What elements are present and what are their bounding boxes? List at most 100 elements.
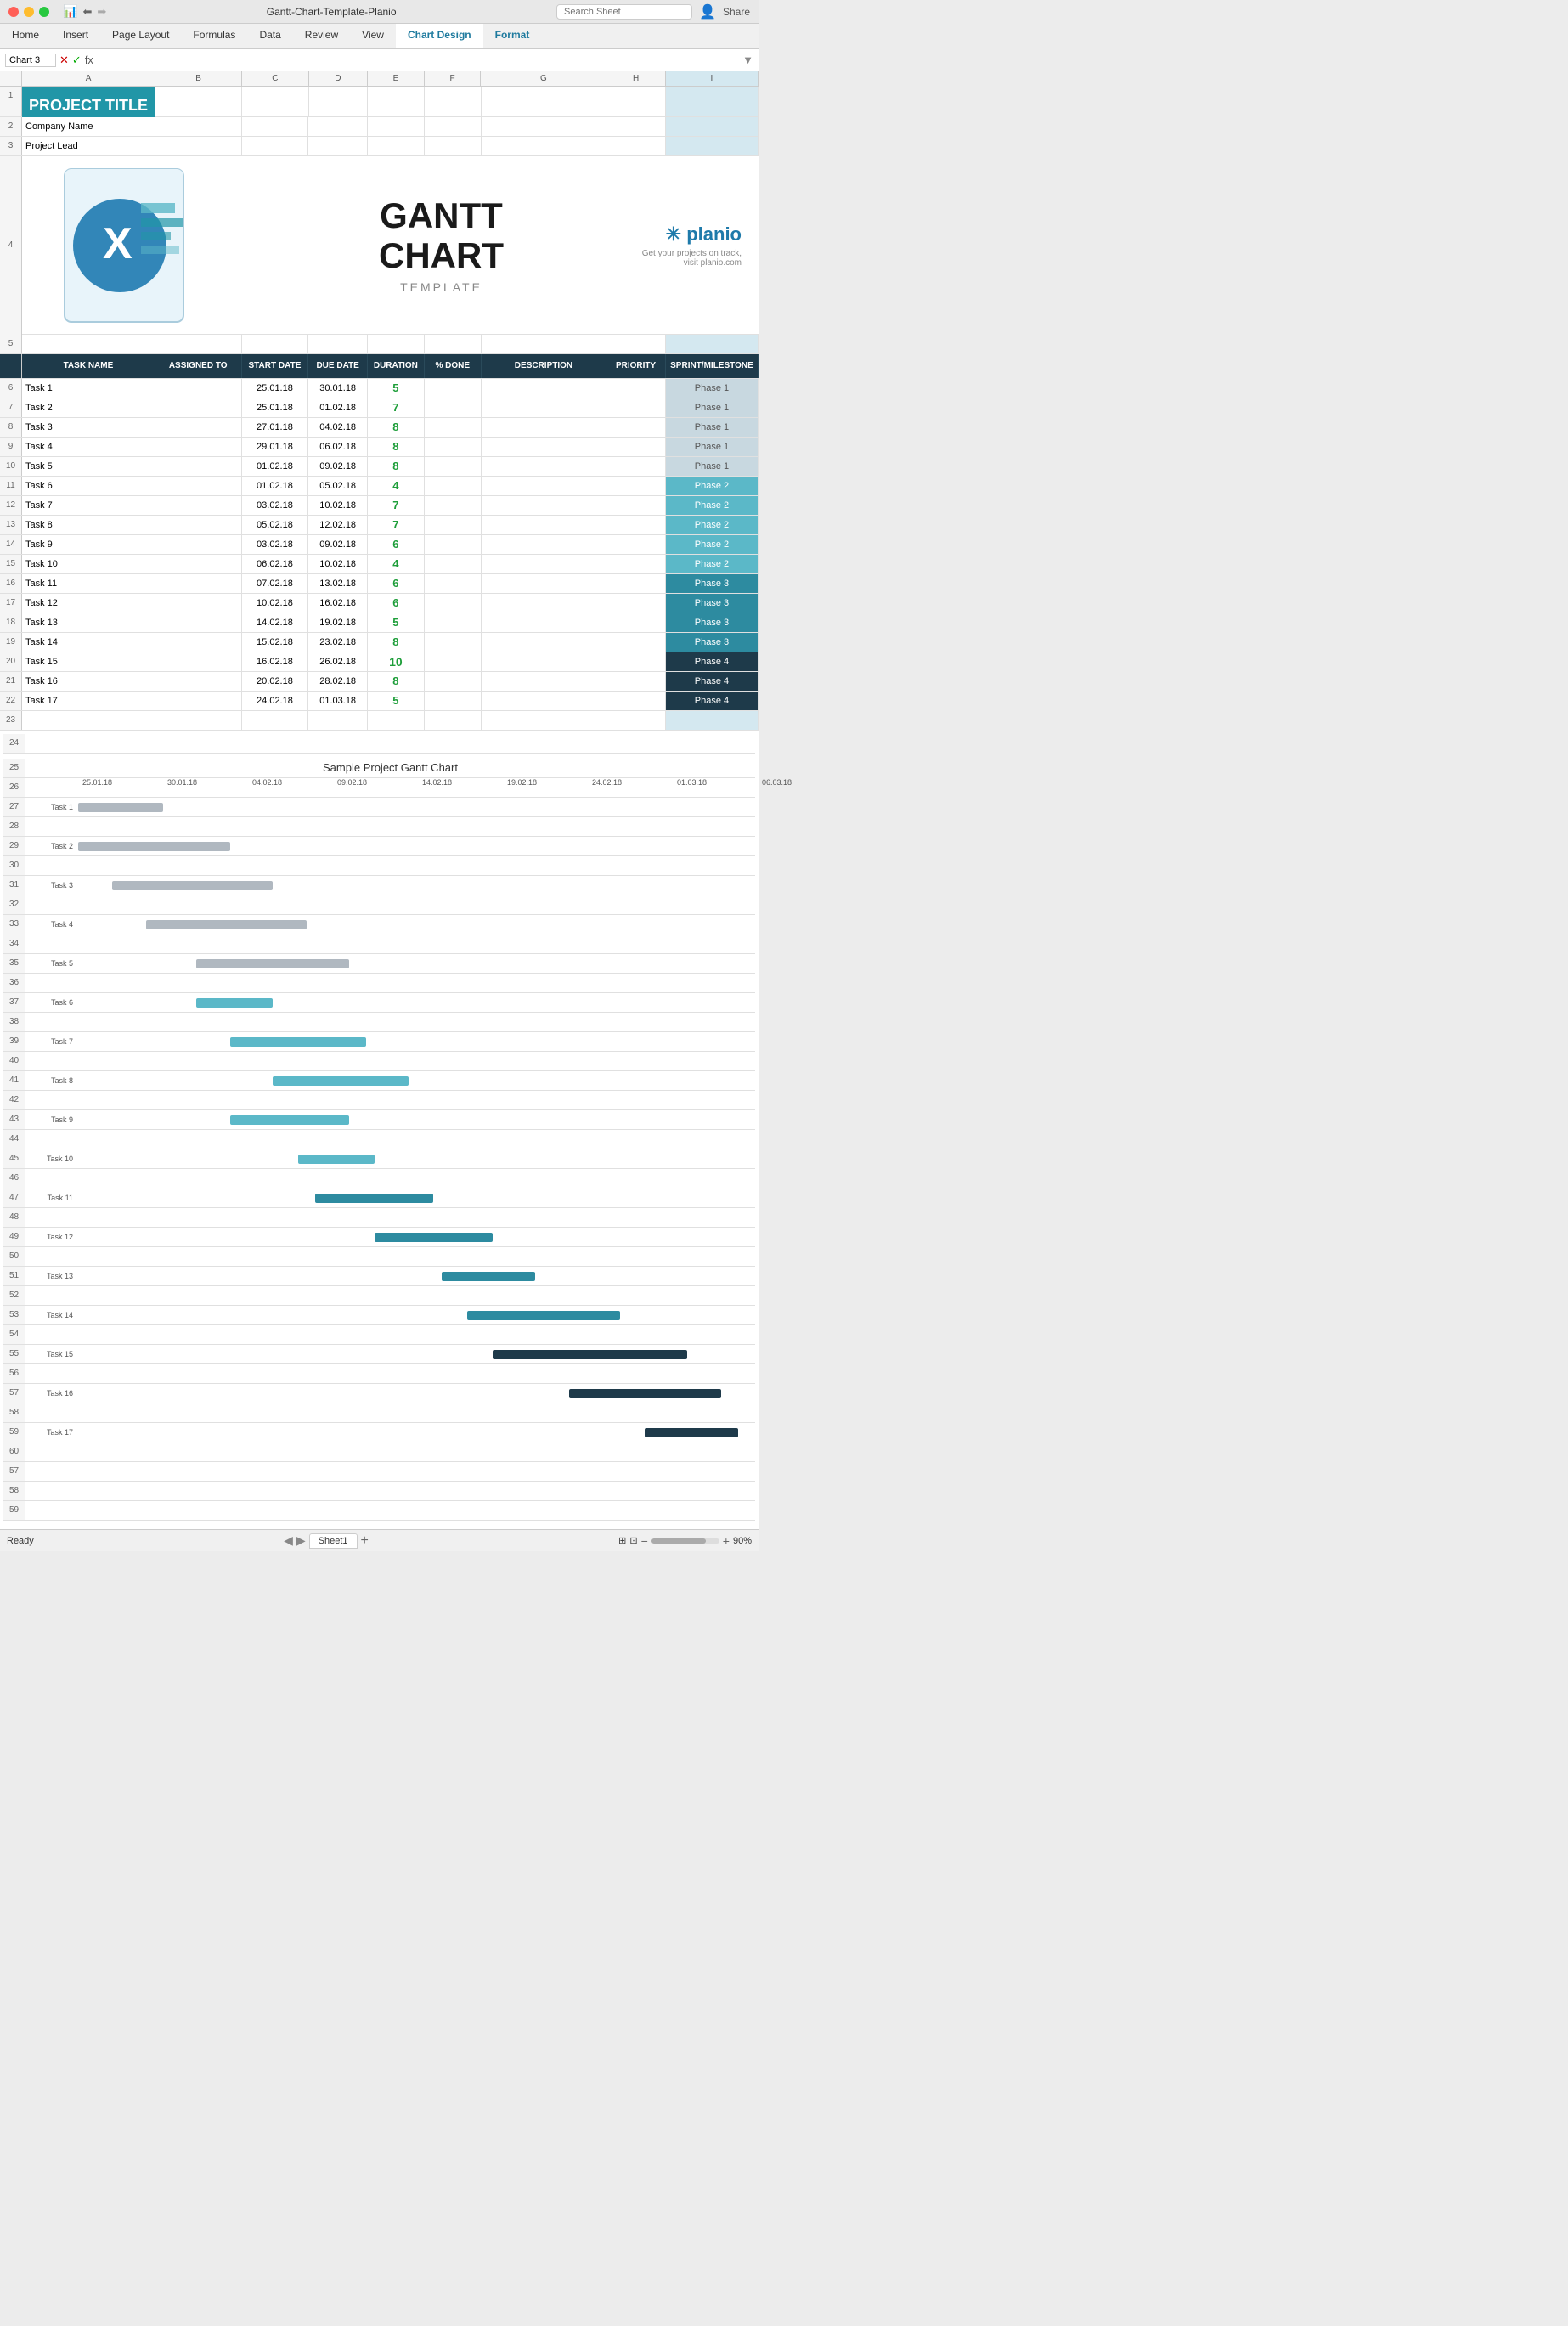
start-date-cell[interactable]: 25.01.18 [242, 379, 309, 398]
col-header-e[interactable]: E [368, 71, 425, 86]
tab-chart-design[interactable]: Chart Design [396, 24, 483, 48]
priority-cell[interactable] [606, 457, 666, 476]
formula-expand-icon[interactable]: ▼ [742, 54, 753, 66]
due-date-cell[interactable]: 01.03.18 [308, 692, 368, 710]
assigned-cell[interactable] [155, 398, 242, 417]
pct-done-cell[interactable] [425, 379, 482, 398]
close-button[interactable] [8, 7, 19, 17]
phase-cell[interactable]: Phase 2 [666, 516, 759, 534]
pct-done-cell[interactable] [425, 398, 482, 417]
task-name-cell[interactable]: Task 17 [22, 692, 155, 710]
priority-cell[interactable] [606, 594, 666, 613]
pct-done-cell[interactable] [425, 652, 482, 671]
priority-cell[interactable] [606, 496, 666, 515]
priority-cell[interactable] [606, 438, 666, 456]
start-date-cell[interactable]: 01.02.18 [242, 457, 309, 476]
assigned-cell[interactable] [155, 496, 242, 515]
task-name-cell[interactable]: Task 12 [22, 594, 155, 613]
phase-cell[interactable]: Phase 2 [666, 555, 759, 573]
assigned-cell[interactable] [155, 555, 242, 573]
description-cell[interactable] [482, 438, 607, 456]
priority-cell[interactable] [606, 398, 666, 417]
assigned-cell[interactable] [155, 516, 242, 534]
duration-cell[interactable]: 4 [368, 477, 425, 495]
project-title-cell[interactable]: PROJECT TITLE [22, 87, 155, 117]
col-header-d[interactable]: D [309, 71, 368, 86]
description-cell[interactable] [482, 477, 607, 495]
phase-cell[interactable]: Phase 1 [666, 418, 759, 437]
task-name-cell[interactable]: Task 11 [22, 574, 155, 593]
description-cell[interactable] [482, 379, 607, 398]
duration-cell[interactable]: 6 [368, 535, 425, 554]
pct-done-cell[interactable] [425, 613, 482, 632]
phase-cell[interactable]: Phase 1 [666, 438, 759, 456]
tab-insert[interactable]: Insert [51, 24, 100, 48]
priority-cell[interactable] [606, 379, 666, 398]
zoom-slider[interactable] [651, 1538, 719, 1544]
cell-reference-input[interactable] [5, 54, 56, 67]
start-date-cell[interactable]: 20.02.18 [242, 672, 309, 691]
company-name-cell[interactable]: Company Name [22, 117, 155, 136]
pct-done-cell[interactable] [425, 594, 482, 613]
duration-cell[interactable]: 7 [368, 516, 425, 534]
start-date-cell[interactable]: 15.02.18 [242, 633, 309, 652]
description-cell[interactable] [482, 692, 607, 710]
description-cell[interactable] [482, 418, 607, 437]
zoom-out-button[interactable]: − [641, 1534, 648, 1548]
task-name-cell[interactable]: Task 7 [22, 496, 155, 515]
start-date-cell[interactable]: 03.02.18 [242, 496, 309, 515]
task-name-cell[interactable]: Task 16 [22, 672, 155, 691]
minimize-button[interactable] [24, 7, 34, 17]
assigned-cell[interactable] [155, 379, 242, 398]
maximize-button[interactable] [39, 7, 49, 17]
duration-cell[interactable]: 5 [368, 692, 425, 710]
assigned-cell[interactable] [155, 633, 242, 652]
duration-cell[interactable]: 8 [368, 457, 425, 476]
priority-cell[interactable] [606, 692, 666, 710]
description-cell[interactable] [482, 613, 607, 632]
start-date-cell[interactable]: 29.01.18 [242, 438, 309, 456]
phase-cell[interactable]: Phase 1 [666, 379, 759, 398]
tab-review[interactable]: Review [293, 24, 350, 48]
tab-page-layout[interactable]: Page Layout [100, 24, 181, 48]
duration-cell[interactable]: 10 [368, 652, 425, 671]
task-name-cell[interactable]: Task 10 [22, 555, 155, 573]
assigned-cell[interactable] [155, 477, 242, 495]
phase-cell[interactable]: Phase 4 [666, 692, 759, 710]
assigned-cell[interactable] [155, 535, 242, 554]
start-date-cell[interactable]: 06.02.18 [242, 555, 309, 573]
priority-cell[interactable] [606, 535, 666, 554]
description-cell[interactable] [482, 398, 607, 417]
duration-cell[interactable]: 6 [368, 594, 425, 613]
priority-cell[interactable] [606, 516, 666, 534]
start-date-cell[interactable]: 05.02.18 [242, 516, 309, 534]
phase-cell[interactable]: Phase 2 [666, 496, 759, 515]
description-cell[interactable] [482, 457, 607, 476]
due-date-cell[interactable]: 10.02.18 [308, 555, 368, 573]
phase-cell[interactable]: Phase 4 [666, 652, 759, 671]
scroll-left-icon[interactable]: ◀ [284, 1533, 293, 1548]
zoom-in-button[interactable]: + [723, 1534, 730, 1548]
phase-cell[interactable]: Phase 4 [666, 672, 759, 691]
pct-done-cell[interactable] [425, 535, 482, 554]
pct-done-cell[interactable] [425, 672, 482, 691]
duration-cell[interactable]: 7 [368, 398, 425, 417]
description-cell[interactable] [482, 555, 607, 573]
tab-data[interactable]: Data [247, 24, 292, 48]
phase-cell[interactable]: Phase 1 [666, 398, 759, 417]
pct-done-cell[interactable] [425, 516, 482, 534]
col-header-i[interactable]: I [666, 71, 759, 86]
col-header-c[interactable]: C [242, 71, 309, 86]
col-header-g[interactable]: G [481, 71, 606, 86]
duration-cell[interactable]: 7 [368, 496, 425, 515]
task-name-cell[interactable]: Task 9 [22, 535, 155, 554]
assigned-cell[interactable] [155, 672, 242, 691]
assigned-cell[interactable] [155, 692, 242, 710]
pct-done-cell[interactable] [425, 574, 482, 593]
pct-done-cell[interactable] [425, 457, 482, 476]
description-cell[interactable] [482, 652, 607, 671]
duration-cell[interactable]: 5 [368, 379, 425, 398]
priority-cell[interactable] [606, 574, 666, 593]
tab-view[interactable]: View [350, 24, 396, 48]
sheet-tab-sheet1[interactable]: Sheet1 [309, 1533, 358, 1549]
